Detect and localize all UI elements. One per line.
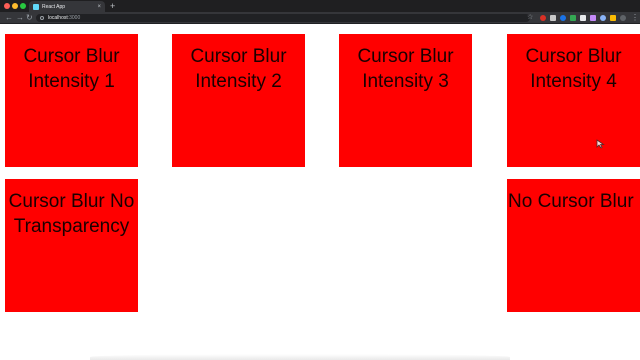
bottom-shadow [90,354,510,360]
cursor-blur-box-2[interactable]: Cursor Blur Intensity 2 [172,34,305,167]
extension-icon[interactable] [540,15,546,21]
close-window-button[interactable] [4,3,10,9]
browser-tab-bar: React App × + [0,0,640,12]
cursor-blur-no-transparency-box[interactable]: Cursor Blur No Transparency [5,179,138,312]
profile-avatar-icon[interactable] [620,15,626,21]
reload-button[interactable]: ↻ [26,13,33,23]
page-viewport: Cursor Blur Intensity 1 Cursor Blur Inte… [0,25,640,360]
extension-icon[interactable] [570,15,576,21]
browser-tab[interactable]: React App × [29,1,105,12]
extension-icon[interactable] [610,15,616,21]
cursor-blur-box-3[interactable]: Cursor Blur Intensity 3 [339,34,472,167]
tab-close-icon[interactable]: × [97,4,101,10]
extension-icon[interactable] [550,15,556,21]
forward-button[interactable]: → [16,13,24,23]
tab-title: React App [42,3,66,10]
mouse-cursor-icon [596,139,605,149]
url-host: localhost [48,15,68,21]
url-port: :3000 [67,15,81,21]
browser-toolbar: ← → ↻ localhost :3000 ☆ ⋮ [0,12,640,24]
back-button[interactable]: ← [5,13,13,23]
new-tab-button[interactable]: + [110,1,115,11]
cursor-blur-box-4[interactable]: Cursor Blur Intensity 4 [507,34,640,167]
browser-menu-icon[interactable]: ⋮ [631,12,639,24]
react-favicon-icon [33,3,39,10]
no-cursor-blur-box[interactable]: No Cursor Blur [507,179,640,312]
maximize-window-button[interactable] [20,3,26,9]
address-bar[interactable]: localhost :3000 [36,14,530,22]
bookmark-star-icon[interactable]: ☆ [527,12,533,24]
extension-icon[interactable] [560,15,566,21]
extension-icon[interactable] [590,15,596,21]
extension-icon[interactable] [600,15,606,21]
extension-icon[interactable] [580,15,586,21]
cursor-blur-box-1[interactable]: Cursor Blur Intensity 1 [5,34,138,167]
site-info-icon[interactable] [40,16,44,20]
minimize-window-button[interactable] [12,3,18,9]
